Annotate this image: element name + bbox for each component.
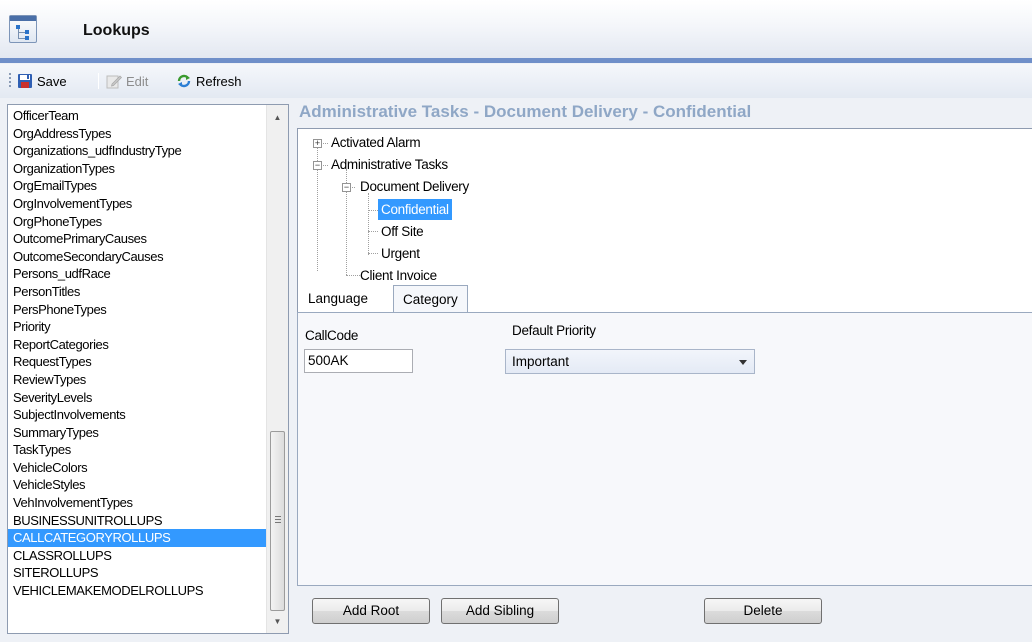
list-item[interactable]: OutcomePrimaryCauses — [8, 230, 266, 248]
tree-node-confidential[interactable]: Confidential — [378, 199, 452, 220]
list-item[interactable]: VehicleColors — [8, 459, 266, 477]
list-item[interactable]: OfficerTeam — [8, 107, 266, 125]
save-icon — [18, 74, 32, 88]
refresh-button[interactable]: Refresh — [176, 72, 242, 90]
toolbar: Save Edit Refresh — [0, 64, 1032, 98]
default-priority-select[interactable]: Important — [505, 349, 755, 374]
tree-node-activated-alarm[interactable]: Activated Alarm — [331, 132, 421, 153]
scroll-up-arrow-icon[interactable]: ▲ — [267, 109, 288, 127]
list-item[interactable]: ReviewTypes — [8, 371, 266, 389]
breadcrumb: Administrative Tasks - Document Delivery… — [299, 102, 752, 121]
collapse-document-delivery-icon[interactable]: − — [342, 183, 351, 192]
collapse-administrative-tasks-icon[interactable]: − — [313, 161, 322, 170]
details-panel: Administrative Tasks - Document Delivery… — [295, 102, 1032, 642]
list-item[interactable]: OrgAddressTypes — [8, 125, 266, 143]
list-item[interactable]: OrganizationTypes — [8, 160, 266, 178]
list-item[interactable]: PersonTitles — [8, 283, 266, 301]
tab-language[interactable]: Language — [299, 285, 377, 313]
edit-icon — [106, 75, 122, 89]
list-item[interactable]: PersPhoneTypes — [8, 301, 266, 319]
list-item[interactable]: SITEROLLUPS — [8, 564, 266, 582]
callcode-field[interactable]: 500AK — [304, 349, 413, 373]
list-item[interactable]: VehicleStyles — [8, 476, 266, 494]
save-label: Save — [37, 73, 67, 89]
list-item[interactable]: Priority — [8, 318, 266, 336]
save-button[interactable]: Save — [17, 72, 67, 90]
refresh-label: Refresh — [196, 73, 242, 89]
scroll-down-arrow-icon[interactable]: ▼ — [267, 613, 288, 631]
list-item[interactable]: OrgEmailTypes — [8, 177, 266, 195]
list-item[interactable]: TaskTypes — [8, 441, 266, 459]
list-item[interactable]: ReportCategories — [8, 336, 266, 354]
callcode-label: CallCode — [305, 328, 359, 343]
tree-node-administrative-tasks[interactable]: Administrative Tasks — [331, 154, 448, 175]
toolbar-grip[interactable] — [9, 73, 11, 89]
tree-node-document-delivery[interactable]: Document Delivery — [360, 176, 469, 197]
window-header: Lookups — [0, 0, 1032, 58]
list-item[interactable]: BUSINESSUNITROLLUPS — [8, 512, 266, 530]
lookups-app-icon — [9, 15, 37, 43]
delete-button[interactable]: Delete — [704, 598, 822, 624]
lookup-list-items: OfficerTeam OrgAddressTypes Organizations_… — [8, 107, 266, 600]
list-item[interactable]: OutcomeSecondaryCauses — [8, 248, 266, 266]
list-item[interactable]: Persons_udfRace — [8, 265, 266, 283]
tree-node-client-invoice[interactable]: Client Invoice — [360, 265, 437, 286]
list-item[interactable]: CLASSROLLUPS — [8, 547, 266, 565]
list-item[interactable]: RequestTypes — [8, 353, 266, 371]
lookup-list[interactable]: OfficerTeam OrgAddressTypes Organizations_… — [7, 104, 289, 634]
tree-node-urgent[interactable]: Urgent — [381, 243, 420, 264]
list-item[interactable]: VEHICLEMAKEMODELROLLUPS — [8, 582, 266, 600]
page-title: Lookups — [83, 22, 150, 39]
add-sibling-button[interactable]: Add Sibling — [441, 598, 559, 624]
tab-category-code[interactable]: Category Code — [393, 285, 468, 335]
scroll-thumb[interactable] — [270, 431, 285, 611]
header-accent-bar — [0, 58, 1032, 63]
list-item[interactable]: SeverityLevels — [8, 389, 266, 407]
tree-node-off-site[interactable]: Off Site — [381, 221, 424, 242]
add-root-button[interactable]: Add Root — [312, 598, 430, 624]
list-item[interactable]: SubjectInvolvements — [8, 406, 266, 424]
list-item[interactable]: OrgPhoneTypes — [8, 213, 266, 231]
lookup-list-scrollbar[interactable]: ▲ ▼ — [266, 105, 288, 633]
toolbar-separator — [98, 73, 99, 89]
default-priority-value: Important — [512, 354, 570, 369]
expand-activated-alarm-icon[interactable]: + — [313, 139, 322, 148]
scroll-thumb-grip-icon — [275, 516, 281, 523]
chevron-down-icon — [739, 360, 747, 365]
list-item[interactable]: CALLCATEGORYROLLUPS — [8, 529, 266, 547]
list-item[interactable]: VehInvolvementTypes — [8, 494, 266, 512]
edit-label: Edit — [126, 73, 149, 89]
list-item[interactable]: Organizations_udfIndustryType — [8, 142, 266, 160]
list-item[interactable]: OrgInvolvementTypes — [8, 195, 266, 213]
default-priority-label: Default Priority — [512, 323, 596, 338]
edit-button[interactable]: Edit — [106, 72, 148, 90]
refresh-icon — [177, 74, 191, 88]
category-code-panel: CallCode 500AK Default Priority Importan… — [297, 312, 1032, 586]
list-item[interactable]: SummaryTypes — [8, 424, 266, 442]
